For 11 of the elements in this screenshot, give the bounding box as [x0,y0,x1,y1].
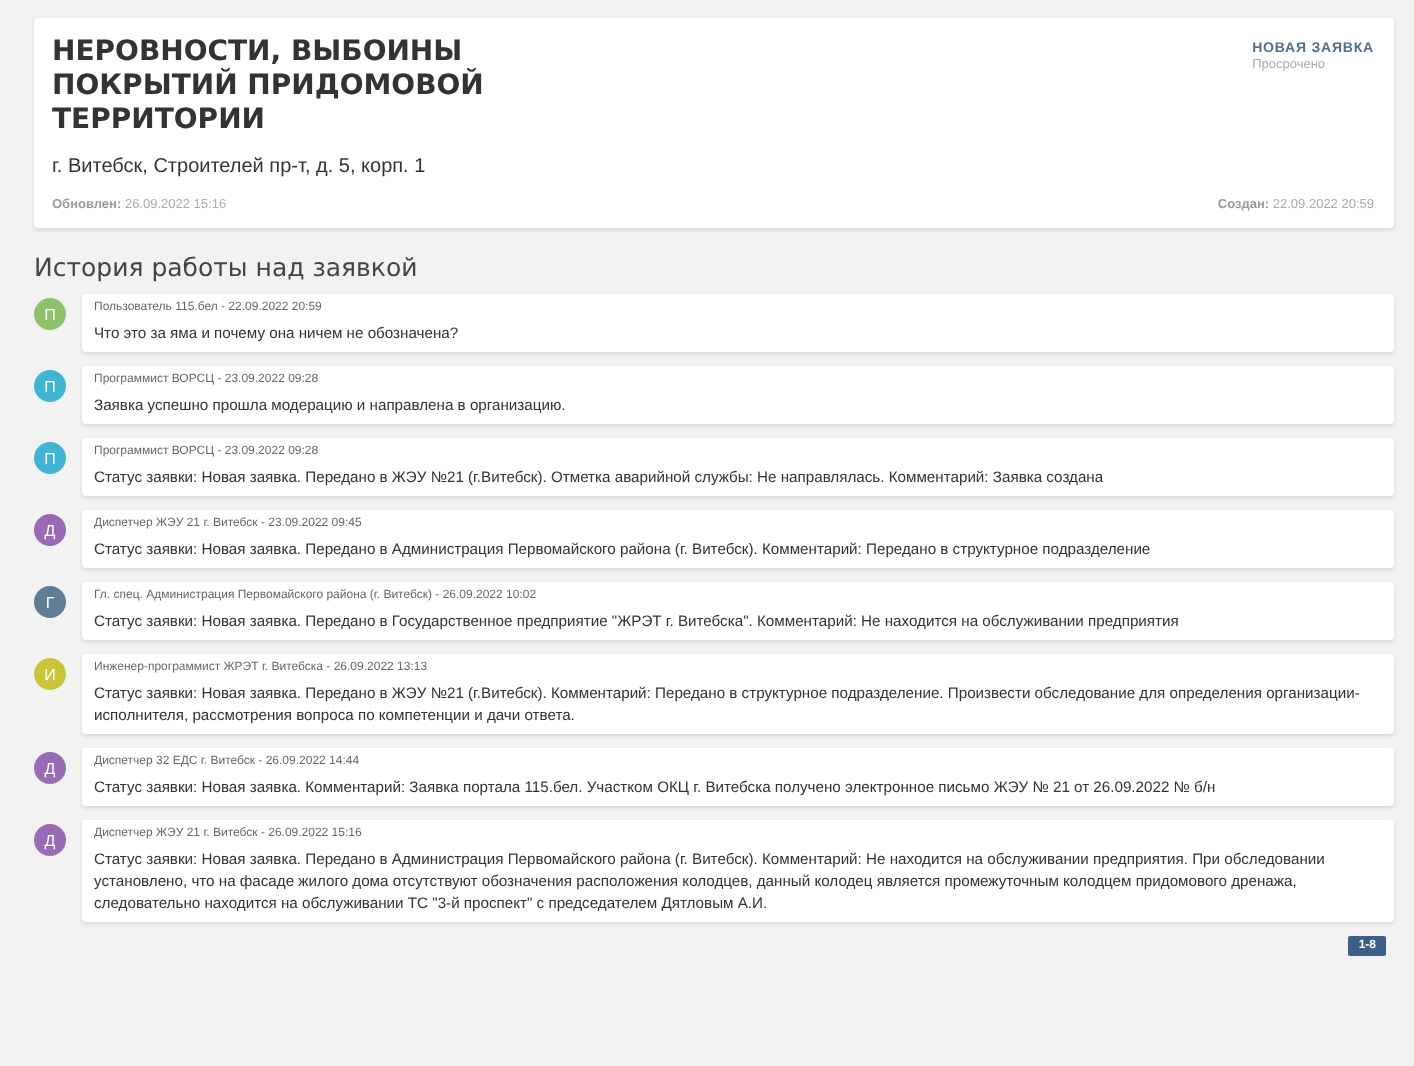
avatar: Г [34,586,66,618]
request-title: НЕРОВНОСТИ, ВЫБОИНЫ ПОКРЫТИЙ ПРИДОМОВОЙ ТЕРРИТОРИИ [52,36,486,138]
avatar: Д [34,752,66,784]
avatar: И [34,658,66,690]
avatar: Д [34,514,66,546]
avatar: П [34,442,66,474]
avatar: П [34,370,66,402]
request-address: г. Витебск, Строителей пр-т, д. 5, корп. 1 [52,156,428,178]
avatar: П [34,298,66,330]
avatar: Д [34,824,66,856]
history-heading: История работы над заявкой [34,252,420,282]
